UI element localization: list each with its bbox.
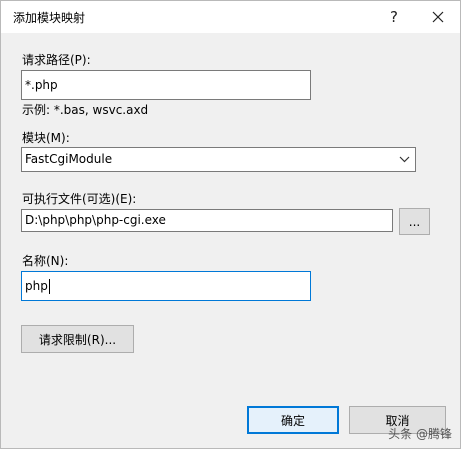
request-restrictions-button[interactable]: 请求限制(R)... [21,325,134,353]
name-label: 名称(N): [22,254,69,268]
module-select[interactable]: FastCgiModule [21,147,416,172]
module-selected-value: FastCgiModule [25,152,113,166]
close-button[interactable] [416,1,460,33]
request-restrictions-label: 请求限制(R)... [38,332,117,347]
executable-input[interactable]: D:\php\php\php-cgi.exe [21,209,393,232]
module-label: 模块(M): [22,131,70,145]
title-bar: 添加模块映射 ? [1,1,460,33]
request-path-example: 示例: *.bas, wsvc.axd [22,103,149,117]
add-module-mapping-dialog: 添加模块映射 ? 请求路径(P): *.php 示例: *.bas, wsvc.… [0,0,461,449]
browse-button-label: ... [408,214,421,229]
executable-label: 可执行文件(可选)(E): [22,192,137,206]
name-input[interactable]: php [21,271,311,301]
ok-button-label: 确定 [280,413,305,428]
ok-button[interactable]: 确定 [247,406,339,434]
executable-value: D:\php\php\php-cgi.exe [25,213,166,227]
text-caret [48,279,50,294]
request-path-value: *.php [25,78,58,92]
request-path-label: 请求路径(P): [22,53,91,67]
help-icon: ? [390,8,398,26]
name-value: php [25,279,48,293]
close-icon [432,11,444,23]
help-button[interactable]: ? [372,1,416,33]
chevron-down-icon [399,156,410,163]
watermark: 头条 @腾锋 [388,427,452,441]
browse-button[interactable]: ... [399,208,430,235]
window-title: 添加模块映射 [13,11,86,25]
request-path-input[interactable]: *.php [21,70,311,100]
